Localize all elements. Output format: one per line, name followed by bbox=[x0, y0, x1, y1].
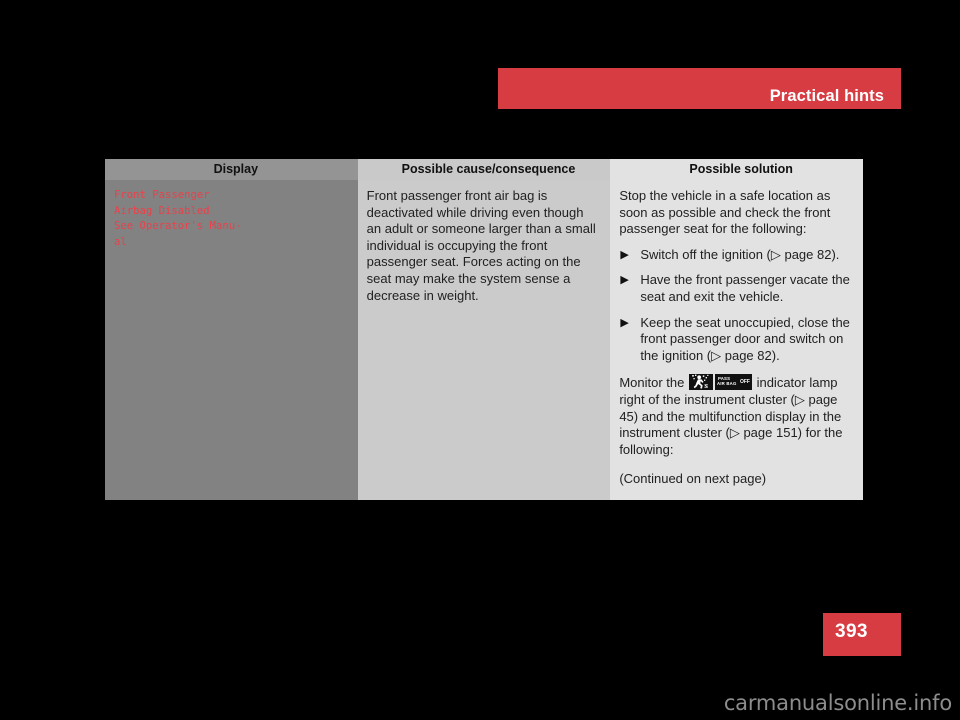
cell-display: Front Passenger Airbag Disabled See Oper… bbox=[105, 180, 358, 500]
page-number-tab: 393 bbox=[823, 613, 901, 656]
cell-cause: Front passenger front air bag is deactiv… bbox=[357, 180, 611, 500]
table-row: Front Passenger Airbag Disabled See Oper… bbox=[105, 180, 863, 500]
monitor-prefix-text: Monitor the bbox=[619, 375, 688, 391]
display-message-text: Front Passenger Airbag Disabled See Oper… bbox=[114, 189, 242, 248]
column-header-solution: Possible solution bbox=[610, 159, 863, 180]
site-watermark: carmanualsonline.info bbox=[723, 691, 952, 715]
triangle-bullet-icon: ▶ bbox=[620, 316, 629, 329]
cause-text: Front passenger front air bag is deactiv… bbox=[366, 188, 596, 303]
section-title: Practical hints bbox=[769, 86, 884, 105]
list-item-label: Have the front passenger vacate the seat… bbox=[640, 272, 850, 304]
table-header-row: Display Possible cause/consequence Possi… bbox=[105, 159, 863, 180]
list-item-label: Switch off the ignition (▷ page 82). bbox=[640, 246, 840, 262]
practical-hints-table: Display Possible cause/consequence Possi… bbox=[105, 159, 863, 500]
list-item: ▶ Have the front passenger vacate the se… bbox=[619, 272, 854, 305]
pass-air-bag-off-lamp-icon: PASS AIR BAG OFF bbox=[714, 374, 752, 391]
list-item: ▶ Switch off the ignition (▷ page 82). bbox=[619, 247, 854, 264]
continued-next-page-text: (Continued on next page) bbox=[619, 471, 767, 487]
lamp-line-2: AIR BAG bbox=[716, 381, 737, 387]
solution-steps-list: ▶ Switch off the ignition (▷ page 82). ▶… bbox=[619, 247, 854, 365]
solution-monitor-paragraph: Monitor the PASS AIR BAG OFF indicator lam… bbox=[619, 374, 854, 458]
triangle-bullet-icon: ▶ bbox=[620, 274, 629, 287]
cell-solution: Stop the vehicle in a safe location as s… bbox=[610, 180, 863, 500]
airbag-occupant-figure-lamp-icon bbox=[688, 374, 713, 391]
page-number-label: 393 bbox=[835, 621, 868, 642]
column-header-display: Display bbox=[105, 159, 358, 180]
triangle-bullet-icon: ▶ bbox=[620, 248, 629, 261]
solution-intro-text: Stop the vehicle in a safe location as s… bbox=[619, 188, 831, 237]
lamp-line-3: OFF bbox=[739, 379, 750, 386]
list-item: ▶ Keep the seat unoccupied, close the fr… bbox=[619, 315, 854, 365]
section-header-bar: Practical hints bbox=[498, 68, 901, 109]
list-item-label: Keep the seat unoccupied, close the fron… bbox=[640, 314, 850, 363]
column-header-cause: Possible cause/consequence bbox=[357, 159, 611, 180]
